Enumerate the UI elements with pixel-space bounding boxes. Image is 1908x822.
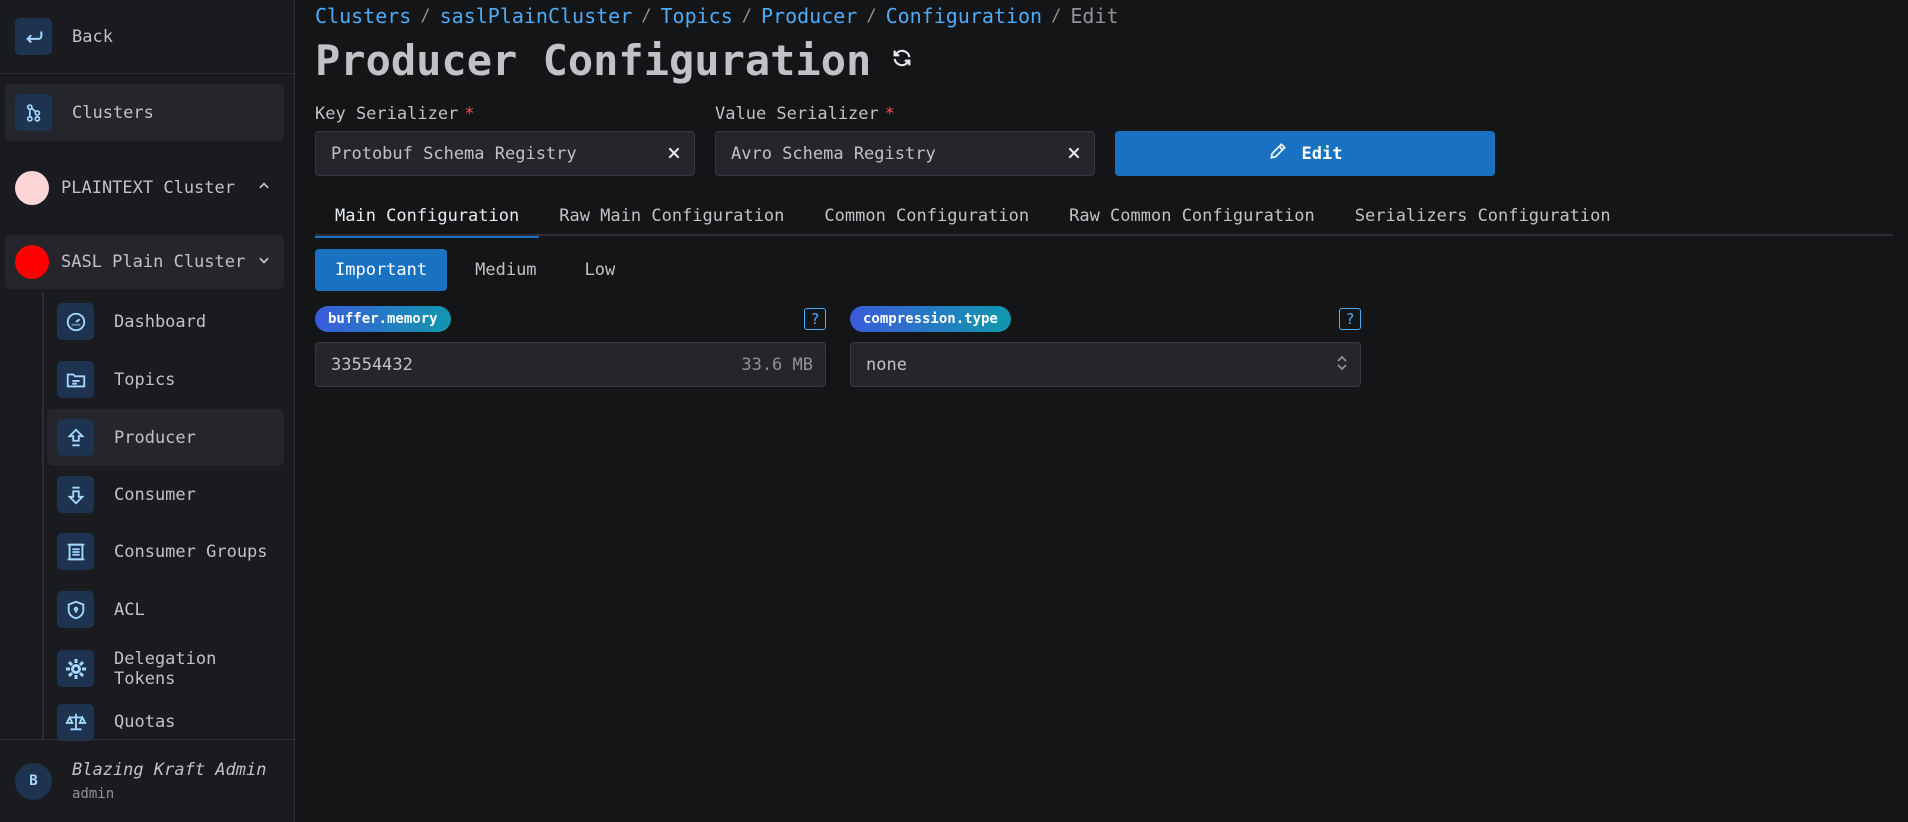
breadcrumb-link[interactable]: Topics xyxy=(660,4,732,28)
config-key-badge: compression.type xyxy=(850,306,1011,332)
level-important[interactable]: Important xyxy=(315,249,448,291)
help-icon[interactable]: ? xyxy=(804,308,826,330)
cluster-color-dot xyxy=(15,245,49,279)
user-profile[interactable]: B Blazing Kraft Admin admin xyxy=(0,739,295,822)
tab-common-configuration[interactable]: Common Configuration xyxy=(804,196,1049,236)
key-serializer-label: Key Serializer * xyxy=(315,104,475,124)
config-size-hint: 33.6 MB xyxy=(741,354,813,375)
value-serializer-value: Avro Schema Registry xyxy=(731,143,936,164)
cluster-color-dot xyxy=(15,171,49,205)
edit-button[interactable]: Edit xyxy=(1115,131,1495,176)
back-arrow-icon xyxy=(15,18,52,55)
sidebar-item-topics[interactable]: Topics xyxy=(47,351,284,408)
breadcrumb-link[interactable]: saslPlainCluster xyxy=(440,4,633,28)
config-key-badge: buffer.memory xyxy=(315,306,451,332)
config-value: 33554432 xyxy=(331,354,413,375)
group-icon xyxy=(57,533,94,570)
back-button[interactable]: Back xyxy=(0,0,295,74)
compression-type-select[interactable]: none xyxy=(850,342,1361,387)
sidebar-item-clusters[interactable]: Clusters xyxy=(5,84,284,141)
sidebar-item-consumer[interactable]: Consumer xyxy=(47,466,284,523)
gauge-icon xyxy=(57,303,94,340)
sidebar-item-producer[interactable]: Producer xyxy=(47,409,284,466)
chevron-updown-icon xyxy=(1336,355,1348,375)
required-mark: * xyxy=(884,104,896,124)
breadcrumb-link[interactable]: Producer xyxy=(761,4,857,28)
key-serializer-select[interactable]: Protobuf Schema Registry xyxy=(315,131,695,176)
breadcrumb-link[interactable]: Configuration xyxy=(886,4,1043,28)
clusters-icon xyxy=(15,94,52,131)
cluster-name: PLAINTEXT Cluster xyxy=(61,178,235,198)
help-icon[interactable]: ? xyxy=(1339,308,1361,330)
breadcrumb: Clusters / saslPlainCluster / Topics / P… xyxy=(315,4,1119,28)
breadcrumb-current: Edit xyxy=(1070,4,1119,28)
cluster-name: SASL Plain Cluster xyxy=(61,252,246,272)
breadcrumb-link[interactable]: Clusters xyxy=(315,4,411,28)
level-low[interactable]: Low xyxy=(565,249,636,291)
nav-label: Producer xyxy=(114,427,196,448)
config-value: none xyxy=(866,354,907,375)
user-name: Blazing Kraft Admin xyxy=(72,760,267,780)
nav-label: Consumer Groups xyxy=(114,541,268,562)
tab-serializers-configuration[interactable]: Serializers Configuration xyxy=(1335,196,1631,236)
nav-label: Topics xyxy=(114,369,176,390)
shield-icon xyxy=(57,591,94,628)
buffer-memory-input[interactable]: 33554432 33.6 MB xyxy=(315,342,826,387)
folder-icon xyxy=(57,361,94,398)
cluster-plaintext[interactable]: PLAINTEXT Cluster xyxy=(5,161,284,215)
sidebar-item-delegation-tokens[interactable]: Delegation Tokens xyxy=(47,640,284,697)
cluster-sasl-plain[interactable]: SASL Plain Cluster xyxy=(5,235,284,289)
sidebar-item-dashboard[interactable]: Dashboard xyxy=(47,293,284,350)
sidebar-item-quotas[interactable]: Quotas xyxy=(47,702,284,742)
key-serializer-value: Protobuf Schema Registry xyxy=(331,143,577,164)
chevron-down-icon[interactable] xyxy=(254,253,274,271)
gear-icon xyxy=(57,650,94,687)
clear-icon[interactable] xyxy=(1066,142,1082,166)
config-buffer-memory: buffer.memory ? 33554432 33.6 MB xyxy=(315,306,826,387)
clusters-label: Clusters xyxy=(72,102,154,123)
config-tabs: Main Configuration Raw Main Configuratio… xyxy=(315,196,1893,238)
refresh-icon[interactable] xyxy=(891,47,913,75)
sidebar-item-consumer-groups[interactable]: Consumer Groups xyxy=(47,523,284,580)
page-title: Producer Configuration xyxy=(315,36,872,85)
avatar: B xyxy=(15,762,52,800)
value-serializer-select[interactable]: Avro Schema Registry xyxy=(715,131,1095,176)
tab-raw-main-configuration[interactable]: Raw Main Configuration xyxy=(539,196,804,236)
user-role: admin xyxy=(72,786,115,802)
clear-icon[interactable] xyxy=(666,142,682,166)
back-label: Back xyxy=(72,26,113,47)
required-mark: * xyxy=(464,104,475,124)
nav-label: ACL xyxy=(114,599,145,620)
scale-icon xyxy=(57,703,94,741)
tab-raw-common-configuration[interactable]: Raw Common Configuration xyxy=(1049,196,1335,236)
tab-main-configuration[interactable]: Main Configuration xyxy=(315,196,540,238)
download-arrow-icon xyxy=(57,476,94,513)
config-compression-type: compression.type ? none xyxy=(850,306,1361,387)
main-content: Clusters / saslPlainCluster / Topics / P… xyxy=(296,0,1908,822)
value-serializer-label: Value Serializer * xyxy=(715,104,896,124)
page-title-row: Producer Configuration xyxy=(315,36,913,85)
sidebar-item-acl[interactable]: ACL xyxy=(47,581,284,638)
chevron-up-icon[interactable] xyxy=(254,179,274,197)
level-medium[interactable]: Medium xyxy=(455,249,556,291)
nav-label: Dashboard xyxy=(114,311,207,332)
nav-label: Consumer xyxy=(114,484,196,505)
nav-label: Delegation Tokens xyxy=(114,648,217,689)
nav-tree-line xyxy=(42,292,44,740)
edit-label: Edit xyxy=(1301,143,1343,164)
sidebar: Back Clusters PLAINTEXT Cluster SASL Pla… xyxy=(0,0,295,822)
nav-label: Quotas xyxy=(114,712,176,732)
pencil-icon xyxy=(1268,141,1288,166)
importance-filter: Important Medium Low xyxy=(315,249,635,291)
upload-arrow-icon xyxy=(57,419,94,456)
